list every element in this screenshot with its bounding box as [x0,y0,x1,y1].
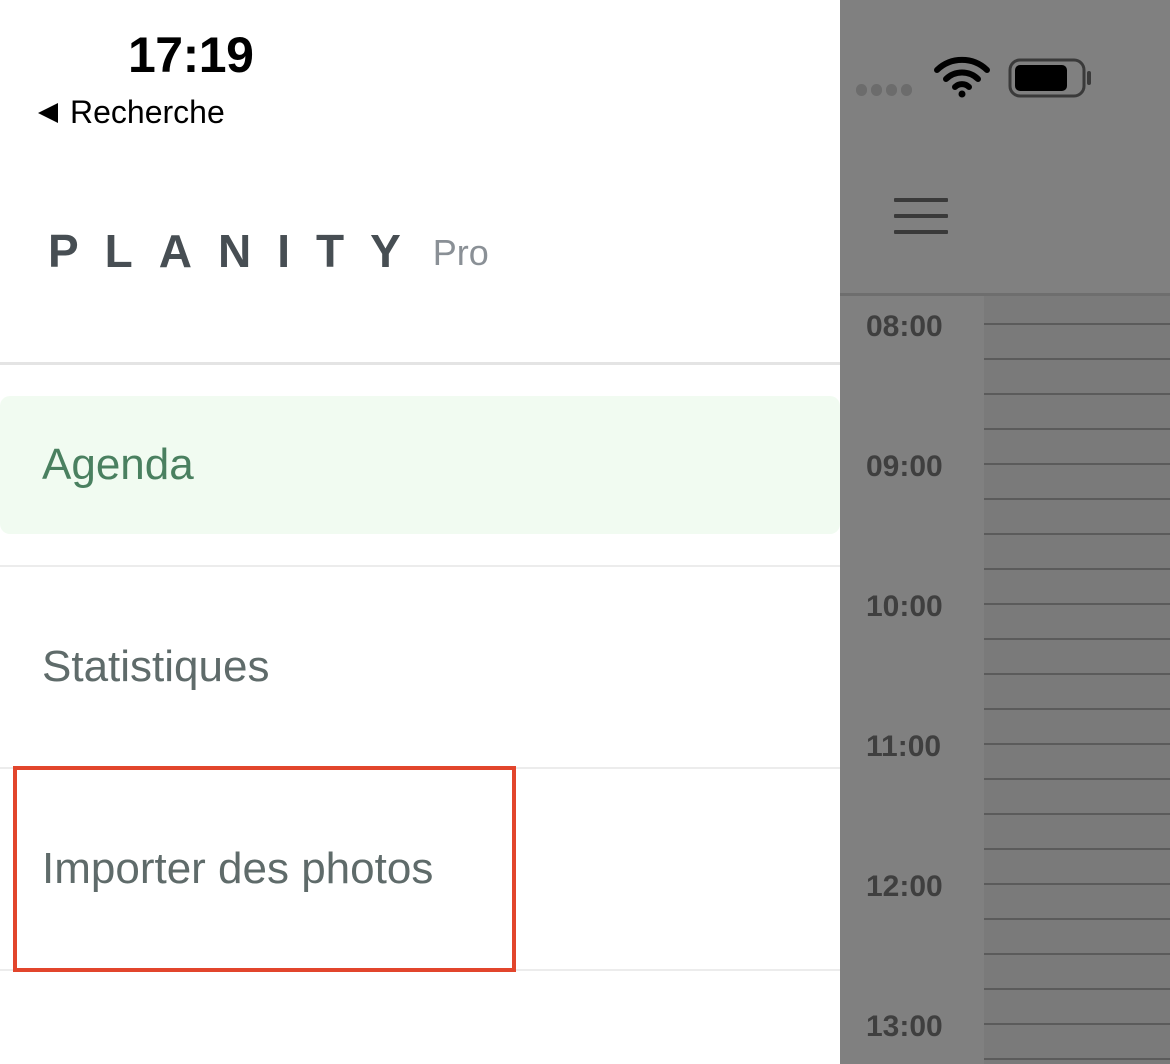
brand-header: PLANITY Pro [48,226,489,276]
screen: 17:19 Recherche PLANITY Pro Agenda Stati… [0,0,1170,1064]
hour-label: 08:00 [866,310,943,343]
status-bar-time: 17:19 [128,27,254,83]
hour-label: 11:00 [866,730,942,763]
menu-divider [0,969,840,971]
grid-line [984,778,1170,780]
menu-item-label: Statistiques [42,642,270,691]
grid-line [984,743,1170,745]
navigation-drawer: 17:19 Recherche PLANITY Pro Agenda Stati… [0,0,840,1064]
grid-line [984,603,1170,605]
menu-item-label: Importer des photos [42,844,434,893]
hour-label: 13:00 [866,1010,943,1043]
grid-line [984,568,1170,570]
back-to-search-link[interactable]: Recherche [38,94,225,131]
grid-line [984,953,1170,955]
hour-label: 09:00 [866,450,943,483]
grid-line [984,358,1170,360]
grid-line [984,393,1170,395]
grid-line [984,323,1170,325]
hour-label: 10:00 [866,590,943,623]
menu-item-agenda[interactable]: Agenda [0,396,840,534]
menu-item-statistiques[interactable]: Statistiques [0,567,840,767]
grid-line [984,673,1170,675]
wifi-icon [934,56,990,98]
grid-line [984,638,1170,640]
back-arrow-icon [38,102,58,123]
grid-line [984,1058,1170,1060]
hamburger-menu-icon[interactable] [894,198,948,246]
battery-icon [1008,58,1091,98]
grid-line [984,918,1170,920]
grid-line [984,708,1170,710]
grid-line [984,988,1170,990]
grid-line [984,883,1170,885]
grid-line [984,1023,1170,1025]
brand-suffix: Pro [432,232,489,273]
menu-item-label: Agenda [42,440,194,489]
grid-line [984,848,1170,850]
dimmed-overlay[interactable]: 08:00 09:00 10:00 11:00 12:00 13:00 [840,0,1170,1064]
grid-line [984,428,1170,430]
time-column: 08:00 09:00 10:00 11:00 12:00 13:00 [840,296,984,1064]
agenda-grid[interactable] [984,296,1170,1064]
header-divider [0,362,840,365]
brand-logo: PLANITY [48,225,427,277]
grid-line [984,463,1170,465]
grid-line [984,533,1170,535]
hour-label: 12:00 [866,870,943,903]
back-link-label: Recherche [70,94,225,130]
cellular-signal-icon [856,84,912,96]
grid-line [984,813,1170,815]
menu-item-importer-des-photos[interactable]: Importer des photos [0,769,840,969]
grid-line [984,498,1170,500]
